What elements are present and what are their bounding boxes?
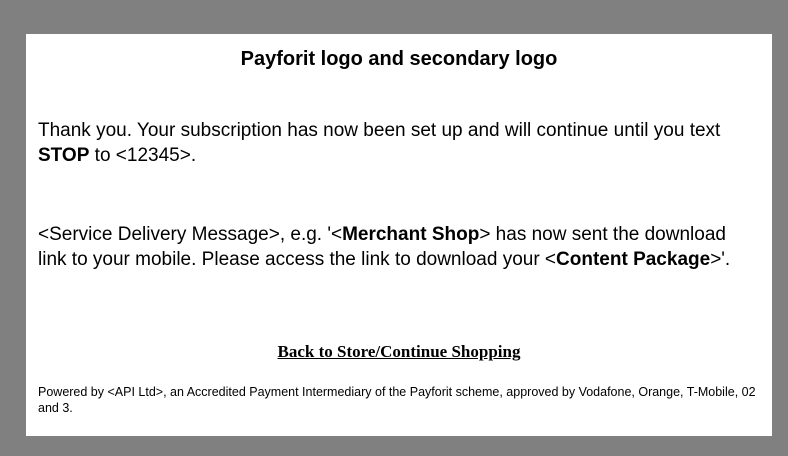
delivery-text-start: <Service Delivery Message>, e.g. '< (38, 224, 343, 245)
back-to-store-link[interactable]: Back to Store/Continue Shopping (278, 342, 521, 361)
confirmation-panel: Payforit logo and secondary logo Thank y… (26, 34, 772, 436)
merchant-shop: Merchant Shop (342, 224, 480, 245)
stop-keyword: STOP (38, 145, 90, 166)
confirmation-text-end: . (190, 145, 197, 166)
content-package: Content Package (556, 249, 711, 270)
subscription-confirmation-text: Thank you. Your subscription has now bee… (38, 118, 750, 168)
delivery-text-end: >'. (710, 249, 731, 270)
shortcode: <12345> (115, 145, 191, 166)
page-title: Payforit logo and secondary logo (240, 48, 558, 70)
confirmation-text-start: Thank you. Your subscription has now bee… (38, 120, 721, 141)
powered-by-footer: Powered by <API Ltd>, an Accredited Paym… (38, 385, 756, 415)
confirmation-text-mid: to (89, 145, 116, 166)
back-link-row: Back to Store/Continue Shopping (26, 342, 772, 362)
service-delivery-message: <Service Delivery Message>, e.g. '<Merch… (38, 222, 750, 272)
